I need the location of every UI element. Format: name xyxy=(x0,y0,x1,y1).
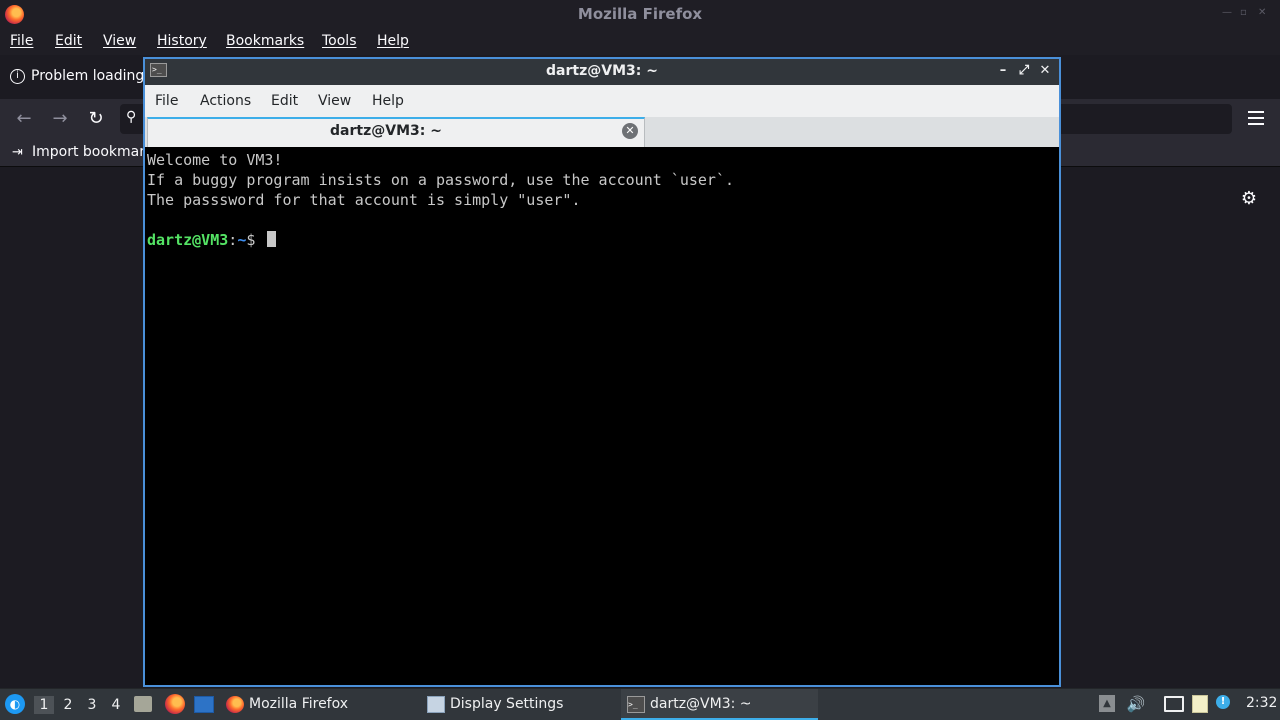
menu-file[interactable]: File xyxy=(10,33,33,49)
menu-history[interactable]: History xyxy=(157,33,207,49)
menu-view[interactable]: View xyxy=(103,33,136,49)
close-icon[interactable]: ✕ xyxy=(1038,63,1052,79)
terminal-window-title: dartz@VM3: ~ xyxy=(546,63,658,79)
terminal-screen[interactable] xyxy=(145,149,1057,685)
search-icon: ⚲ xyxy=(126,109,137,125)
maximize-icon[interactable]: ⤢ xyxy=(1017,63,1031,79)
terminal-output-line: If a buggy program insists on a password… xyxy=(147,171,734,189)
task-label: Mozilla Firefox xyxy=(249,696,349,712)
maximize-icon[interactable]: ▫ xyxy=(1240,8,1250,18)
menu-file[interactable]: File xyxy=(155,93,178,109)
terminal-output-line: The passsword for that account is simply… xyxy=(147,191,581,209)
network-icon[interactable] xyxy=(1164,696,1184,712)
notification-icon[interactable]: ! xyxy=(1216,695,1230,709)
terminal-prompt: dartz@VM3:~$ xyxy=(147,230,277,250)
file-manager-icon[interactable] xyxy=(134,696,152,712)
workspace-1[interactable]: 1 xyxy=(34,696,54,714)
terminal-icon: >_ xyxy=(627,696,645,713)
reload-icon[interactable]: ↻ xyxy=(86,109,106,129)
tray-expand-icon[interactable]: ▲ xyxy=(1099,695,1115,712)
menu-help[interactable]: Help xyxy=(377,33,409,49)
menu-view[interactable]: View xyxy=(318,93,351,109)
menu-tools[interactable]: Tools xyxy=(322,33,357,49)
terminal-output-line: Welcome to VM3! xyxy=(147,151,283,169)
workspace-4[interactable]: 4 xyxy=(106,696,126,714)
terminal-cursor xyxy=(267,231,277,247)
firefox-icon[interactable] xyxy=(165,694,185,714)
info-icon: i xyxy=(10,69,25,84)
prompt-path: ~ xyxy=(237,231,247,249)
menu-actions[interactable]: Actions xyxy=(200,93,251,109)
workspace-3[interactable]: 3 xyxy=(82,696,102,714)
firefox-window-title: Mozilla Firefox xyxy=(577,5,703,23)
task-label: Display Settings xyxy=(450,696,564,712)
menu-help[interactable]: Help xyxy=(372,93,404,109)
workspace-2[interactable]: 2 xyxy=(58,696,78,714)
firefox-icon xyxy=(226,696,244,713)
start-menu-icon[interactable]: ◐ xyxy=(5,694,25,714)
hamburger-menu-icon[interactable] xyxy=(1248,111,1264,125)
prompt-colon: : xyxy=(228,231,238,249)
task-label: dartz@VM3: ~ xyxy=(650,696,752,712)
forward-arrow-icon[interactable]: → xyxy=(50,109,70,129)
show-desktop-icon[interactable] xyxy=(194,696,214,713)
clipboard-icon[interactable] xyxy=(1192,695,1208,713)
menu-bookmarks[interactable]: Bookmarks xyxy=(226,33,304,49)
prompt-symbol: $ xyxy=(246,231,256,249)
gear-icon[interactable]: ⚙ xyxy=(1239,189,1259,209)
minimize-icon[interactable]: – xyxy=(996,63,1010,79)
import-icon: ⇥ xyxy=(12,145,23,160)
close-icon[interactable]: ✕ xyxy=(1258,8,1268,18)
menu-edit[interactable]: Edit xyxy=(271,93,298,109)
menu-edit[interactable]: Edit xyxy=(55,33,82,49)
back-arrow-icon[interactable]: ← xyxy=(14,109,34,129)
clock[interactable]: 2:32 xyxy=(1246,695,1277,711)
prompt-user-host: dartz@VM3 xyxy=(147,231,229,249)
volume-icon[interactable]: 🔊 xyxy=(1126,695,1146,713)
display-settings-icon xyxy=(427,696,445,713)
minimize-icon[interactable]: — xyxy=(1222,8,1232,18)
terminal-tab-title: dartz@VM3: ~ xyxy=(330,123,442,139)
tab-close-icon[interactable]: ✕ xyxy=(622,123,638,139)
